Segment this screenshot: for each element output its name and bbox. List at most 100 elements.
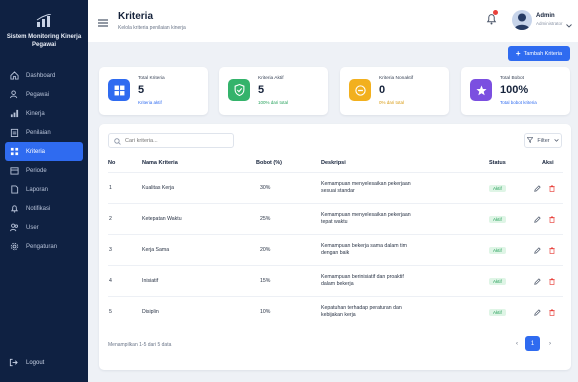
user-name: Admin	[536, 13, 555, 19]
cell-no: 4	[109, 278, 112, 284]
stat-card-label: Kriteria Nonaktif	[379, 76, 414, 81]
cell-name: Kualitas Kerja	[142, 185, 175, 191]
sidebar-nav: Dashboard Pegawai Kinerja Penilaian Krit…	[0, 60, 88, 256]
stat-card-total-kriteria: Total Kriteria 5 Kriteria aktif	[99, 67, 208, 115]
cell-weight: 30%	[260, 185, 271, 191]
sidebar-item-label: Penilaian	[26, 129, 51, 136]
sidebar-item-label: Notifikasi	[26, 205, 51, 212]
sidebar-item-label: User	[26, 224, 39, 231]
sidebar-item-pengaturan[interactable]: Pengaturan	[0, 237, 88, 256]
cell-no: 2	[109, 216, 112, 222]
table-row: 1 Kualitas Kerja 30% Kemampuan menyelesa…	[108, 172, 563, 202]
cell-desc: Kemampuan menyelesaikan pekerjaan sesuai…	[321, 181, 411, 194]
chevron-down-icon	[553, 138, 559, 144]
status-badge: Aktif	[489, 277, 506, 285]
plus-icon: +	[515, 49, 521, 58]
col-action: Aksi	[542, 160, 554, 166]
edit-icon[interactable]	[534, 184, 541, 192]
avatar[interactable]	[512, 10, 532, 30]
menu-toggle-icon[interactable]	[98, 14, 108, 32]
col-desc: Deskripsi	[321, 160, 346, 166]
logout-button[interactable]: Logout	[9, 358, 44, 368]
edit-icon[interactable]	[534, 215, 541, 223]
delete-icon[interactable]	[549, 216, 555, 223]
edit-icon[interactable]	[534, 246, 541, 254]
stat-card-sub: 100% dari total	[258, 100, 289, 105]
delete-icon[interactable]	[549, 278, 555, 285]
cell-desc: Kemampuan menyelesaikan pekerjaan tepat …	[321, 212, 411, 225]
stat-card-kriteria-nonaktif: Kriteria Nonaktif 0 0% dari total	[340, 67, 449, 115]
sidebar-item-kinerja[interactable]: Kinerja	[0, 104, 88, 123]
search-box	[108, 133, 234, 148]
sidebar-item-notifikasi[interactable]: Notifikasi	[0, 199, 88, 218]
table-row: 2 Ketepatan Waktu 25% Kemampuan menyeles…	[108, 203, 563, 233]
cell-weight: 10%	[260, 309, 271, 315]
list-icon	[9, 147, 19, 157]
filter-icon	[527, 136, 534, 145]
edit-icon[interactable]	[534, 308, 541, 316]
minus-circle-icon	[349, 79, 371, 101]
cell-name: Kerja Sama	[142, 247, 170, 253]
grid-icon	[108, 79, 130, 101]
sidebar: Sistem Monitoring Kinerja Pegawai Dashbo…	[0, 0, 88, 382]
stat-card-label: Kriteria Aktif	[258, 76, 284, 81]
sidebar-item-label: Pegawai	[26, 91, 50, 98]
top-header: Kriteria Kelola kriteria penilaian kiner…	[88, 0, 578, 42]
brand-title: Sistem Monitoring Kinerja Pegawai	[6, 34, 82, 48]
sidebar-item-user[interactable]: User	[0, 218, 88, 237]
stat-card-sub: Total bobot kriteria	[500, 100, 537, 105]
sidebar-item-label: Kinerja	[26, 110, 45, 117]
kriteria-table-panel: Filter No Nama Kriteria Bobot (%) Deskri…	[99, 124, 571, 370]
user-group-icon	[9, 223, 19, 233]
delete-icon[interactable]	[549, 247, 555, 254]
users-icon	[9, 90, 19, 100]
table-row: 4 Inisiatif 15% Kemampuan berinisiatif d…	[108, 265, 563, 295]
chart-icon	[9, 109, 19, 119]
pagination-prev-button[interactable]: ‹	[511, 336, 523, 351]
cell-no: 3	[109, 247, 112, 253]
cell-no: 1	[109, 185, 112, 191]
stat-card-value: 5	[138, 84, 145, 96]
pagination-page-button[interactable]: 1	[525, 336, 540, 351]
delete-icon[interactable]	[549, 185, 555, 192]
stat-card-label: Total Kriteria	[138, 76, 165, 81]
stat-card-value: 100%	[500, 84, 529, 96]
col-status: Status	[489, 160, 506, 166]
add-kriteria-button[interactable]: + Tambah Kriteria	[508, 46, 570, 61]
status-badge: Aktif	[489, 184, 506, 192]
col-no: No	[108, 160, 116, 166]
cell-desc: Kepatuhan terhadap peraturan dan kebijak…	[321, 305, 402, 318]
cell-desc: Kemampuan berinisiatif dan proaktif dala…	[321, 274, 404, 287]
sidebar-item-label: Periode	[26, 167, 47, 174]
stat-card-label: Total Bobot	[500, 76, 525, 81]
sidebar-item-pegawai[interactable]: Pegawai	[0, 85, 88, 104]
home-icon	[9, 71, 19, 81]
stat-card-total-bobot: Total Bobot 100% Total bobot kriteria	[461, 67, 570, 115]
filter-button[interactable]: Filter	[524, 133, 562, 148]
report-icon	[9, 185, 19, 195]
chevron-down-icon[interactable]	[566, 15, 572, 33]
sidebar-item-dashboard[interactable]: Dashboard	[0, 66, 88, 85]
table-row: 5 Disiplin 10% Kepatuhan terhadap peratu…	[108, 296, 563, 326]
col-name: Nama Kriteria	[142, 160, 178, 166]
cell-name: Inisiatif	[142, 278, 159, 284]
sidebar-item-label: Dashboard	[26, 72, 56, 79]
sidebar-item-periode[interactable]: Periode	[0, 161, 88, 180]
cell-no: 5	[109, 309, 112, 315]
delete-icon[interactable]	[549, 309, 555, 316]
search-input[interactable]	[125, 137, 225, 144]
main-content: Kriteria Kelola kriteria penilaian kiner…	[88, 0, 578, 382]
user-role: Administrator	[536, 21, 563, 26]
stat-card-kriteria-aktif: Kriteria Aktif 5 100% dari total	[219, 67, 328, 115]
sidebar-item-kriteria[interactable]: Kriteria	[5, 142, 83, 161]
sidebar-item-laporan[interactable]: Laporan	[0, 180, 88, 199]
sidebar-item-penilaian[interactable]: Penilaian	[0, 123, 88, 142]
cell-name: Ketepatan Waktu	[142, 216, 182, 222]
pagination-next-button[interactable]: ›	[544, 336, 556, 351]
cell-weight: 15%	[260, 278, 271, 284]
sidebar-item-label: Laporan	[26, 186, 49, 193]
edit-icon[interactable]	[534, 277, 541, 285]
gear-icon	[9, 242, 19, 252]
page-subtitle: Kelola kriteria penilaian kinerja	[118, 25, 186, 31]
add-kriteria-label: Tambah Kriteria	[523, 50, 563, 57]
